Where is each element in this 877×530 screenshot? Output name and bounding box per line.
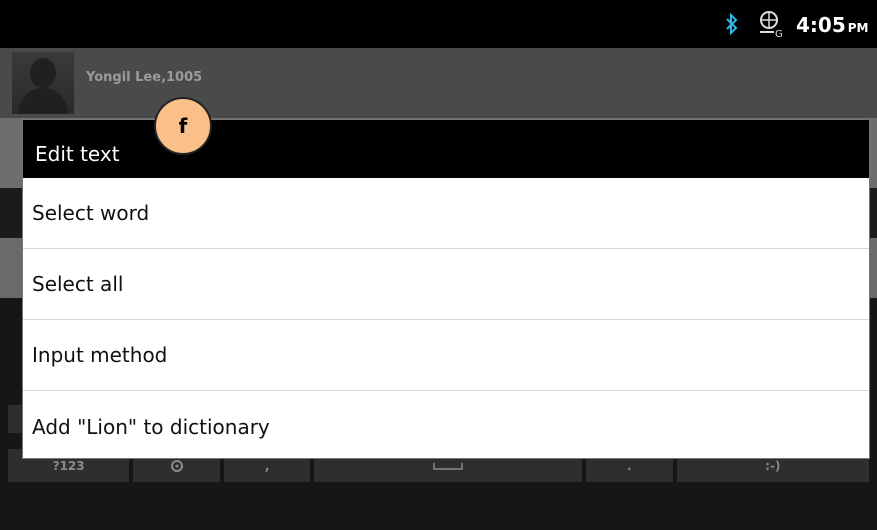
avatar [12,52,74,114]
status-time-ampm: PM [847,21,869,35]
dialog-title-bar: Edit text [23,120,869,178]
bluetooth-icon [726,13,738,35]
contact-name: Yongil Lee,1005 [86,70,203,85]
status-bar: G 4:05 PM [0,0,877,48]
menu-item-select-word[interactable]: Select word [23,178,869,249]
gps-icon: G [760,11,783,38]
contact-row: Yongil Lee,1005 [0,48,877,118]
dialog-title: Edit text [35,142,120,166]
dialog-menu: Select word Select all Input method Add … [23,178,869,462]
menu-item-select-all[interactable]: Select all [23,249,869,320]
menu-item-input-method[interactable]: Input method [23,320,869,391]
menu-item-add-to-dictionary[interactable]: Add "Lion" to dictionary [23,391,869,462]
status-time-value: 4:05 [796,13,846,37]
status-time: 4:05 PM [796,13,869,37]
space-icon [433,462,463,470]
edit-text-dialog: Edit text Select word Select all Input m… [22,119,870,459]
annotation-badge: f [154,97,212,155]
svg-text:G: G [775,29,783,38]
